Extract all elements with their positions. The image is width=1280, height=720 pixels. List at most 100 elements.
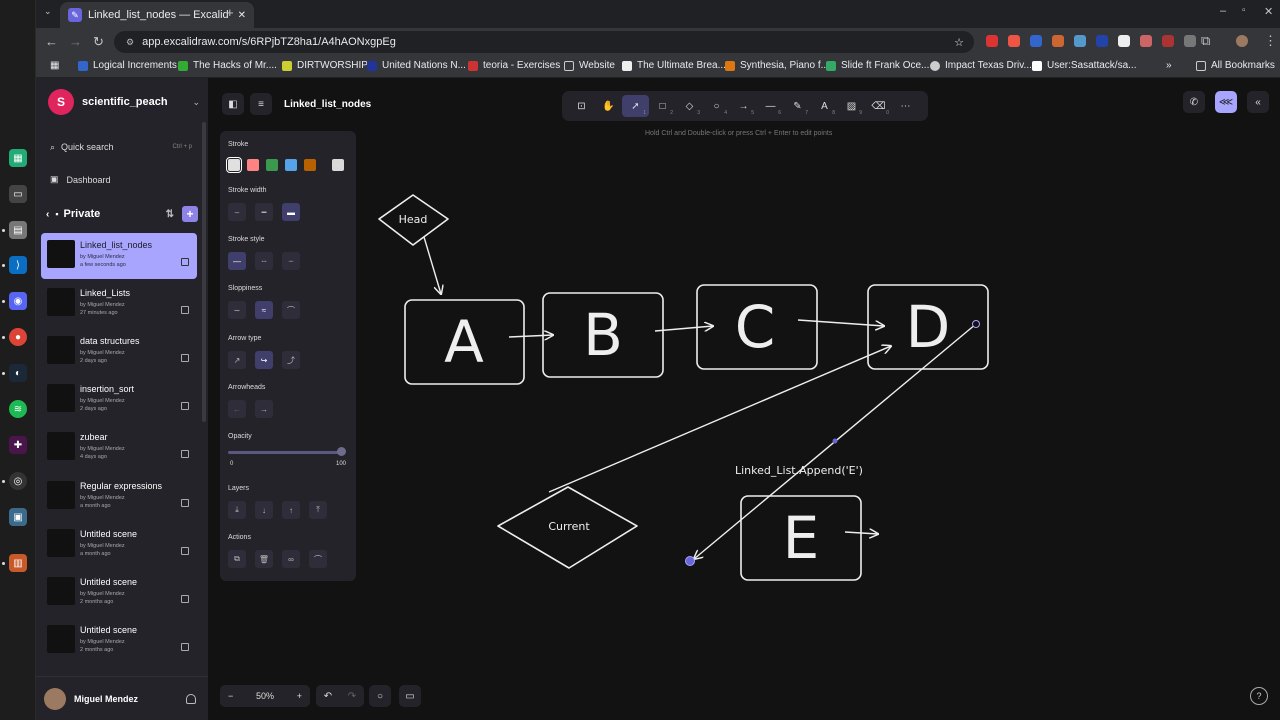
extension-icon[interactable]	[1052, 35, 1064, 47]
workspace-switcher[interactable]: S scientific_peach ⌄	[48, 88, 200, 116]
bookmark-item[interactable]: Synthesia, Piano f...	[725, 60, 829, 71]
scene-item[interactable]: Linked_Lists by Miguel Mendez 27 minutes…	[41, 281, 197, 327]
document-icon[interactable]: ▥	[9, 554, 27, 572]
maximize-icon[interactable]: ▫	[1242, 5, 1246, 16]
vscode-icon[interactable]: ⟩	[9, 256, 27, 274]
discord-icon[interactable]: ◉	[9, 292, 27, 310]
extension-icon[interactable]	[1118, 35, 1130, 47]
hamburger-menu-icon[interactable]: ≡	[250, 93, 272, 115]
opacity-slider-thumb[interactable]	[337, 447, 346, 456]
site-info-icon[interactable]: ⚙	[126, 37, 134, 48]
scene-item[interactable]: Linked_list_nodes by Miguel Mendez a few…	[41, 233, 197, 279]
bookmark-item[interactable]: User:Sasattack/sa...	[1032, 60, 1136, 71]
arrowhead-end[interactable]: →	[255, 400, 273, 418]
hand-tool-icon[interactable]: ✋	[595, 95, 622, 117]
zoom-level[interactable]: 50%	[256, 691, 274, 701]
arrow-type-elbow[interactable]: ⤴	[282, 351, 300, 369]
zoom-out-button[interactable]: −	[228, 691, 233, 701]
ellipse-tool-icon[interactable]: ○ 4	[703, 95, 730, 117]
share-icon[interactable]: ⋘	[1215, 91, 1237, 113]
scene-item[interactable]: data structures by Miguel Mendez 2 days …	[41, 329, 197, 375]
stroke-style-dashed[interactable]: ┄	[255, 252, 273, 270]
arrow-type-curved[interactable]: ↪	[255, 351, 273, 369]
arrow-a-to-b[interactable]	[508, 335, 553, 337]
browser-tab[interactable]: ✎ Linked_list_nodes — Excalid ✕	[60, 2, 254, 28]
arrow-c-to-d[interactable]	[797, 319, 884, 326]
apps-icon[interactable]: ▦	[50, 60, 59, 71]
obs-icon[interactable]: ◎	[9, 472, 27, 490]
head-arrow[interactable]	[423, 236, 441, 294]
stroke-width-extra-bold[interactable]: ▬	[282, 203, 300, 221]
bookmark-item[interactable]: teoria - Exercises	[468, 60, 560, 71]
dashboard-link[interactable]: ▣ Dashboard	[50, 174, 111, 185]
arrow-tool-icon[interactable]: → 5	[730, 95, 757, 117]
minimize-icon[interactable]: –	[1220, 5, 1226, 17]
extension-icon[interactable]	[1074, 35, 1086, 47]
scene-item[interactable]: Regular expressions by Miguel Mendez a m…	[41, 474, 197, 520]
stroke-style-dotted[interactable]: ┈	[282, 252, 300, 270]
text-tool-icon[interactable]: A8	[811, 95, 838, 117]
tab-close-icon[interactable]: ✕	[238, 10, 246, 21]
bookmark-item[interactable]: United Nations N...	[367, 60, 466, 71]
spotify-icon[interactable]: ≋	[9, 400, 27, 418]
bookmarks-overflow[interactable]: »	[1166, 60, 1172, 71]
redo-icon[interactable]: ↷	[348, 691, 356, 702]
back-chevron-icon[interactable]: ‹	[46, 209, 49, 220]
steam-icon[interactable]: ◐	[9, 364, 27, 382]
all-bookmarks[interactable]: All Bookmarks	[1196, 60, 1275, 71]
arrow-end-handle[interactable]	[685, 556, 695, 566]
files-icon[interactable]: ▤	[9, 221, 27, 239]
sort-icon[interactable]: ⇅	[166, 209, 174, 220]
extension-icon[interactable]	[1162, 35, 1174, 47]
selection-tool-icon[interactable]: ➚ 1	[622, 95, 649, 117]
new-scene-button[interactable]: +	[182, 206, 198, 222]
stroke-color-blue[interactable]	[285, 159, 297, 171]
extension-icon[interactable]	[1140, 35, 1152, 47]
stroke-color-orange[interactable]	[304, 159, 316, 171]
bookmark-item[interactable]: The Hacks of Mr....	[178, 60, 277, 71]
chrome-icon[interactable]: ●	[9, 328, 27, 346]
eraser-tool-icon[interactable]: ⌫ 0	[865, 95, 892, 117]
arrowhead-start[interactable]: ←	[228, 400, 246, 418]
call-icon[interactable]: ✆	[1183, 91, 1205, 113]
arrow-type-sharp[interactable]: ↗	[228, 351, 246, 369]
arrow-mid-handle[interactable]	[832, 438, 838, 444]
close-window-icon[interactable]: ✕	[1264, 5, 1273, 18]
user-footer[interactable]: Miguel Mendez	[36, 676, 208, 720]
terminal-icon[interactable]: ▭	[9, 185, 27, 203]
help-icon[interactable]: ?	[1250, 687, 1268, 705]
profile-avatar[interactable]	[1236, 35, 1248, 47]
drawing-scene[interactable]: Head A B C D E Current Linked_List.Appen…	[208, 78, 1280, 720]
stroke-color-green[interactable]	[266, 159, 278, 171]
tab-search-chevron-icon[interactable]: ⌄	[44, 6, 52, 17]
bookmark-star-icon[interactable]: ☆	[954, 36, 964, 49]
stroke-width-bold[interactable]: ━	[255, 203, 273, 221]
bell-icon[interactable]	[186, 693, 196, 704]
edit-line-icon[interactable]: ⌒	[309, 550, 327, 568]
extension-icon[interactable]	[986, 35, 998, 47]
bookmark-item[interactable]: Slide ft Frank Oce...	[826, 60, 929, 71]
collapse-sidebar-icon[interactable]: «	[1247, 91, 1269, 113]
extension-icon[interactable]	[1030, 35, 1042, 47]
arrow-start-handle[interactable]	[972, 320, 980, 328]
extension-icon[interactable]	[1184, 35, 1196, 47]
stroke-color-white[interactable]	[226, 157, 242, 173]
forward-icon[interactable]: →	[69, 34, 82, 49]
address-bar[interactable]: ⚙ app.excalidraw.com/s/6RPjbTZ8ha1/A4hAO…	[114, 31, 974, 53]
sidebar-scrollbar[interactable]	[202, 122, 206, 422]
rectangle-tool-icon[interactable]: □ 2	[649, 95, 676, 117]
extension-icon[interactable]	[1008, 35, 1020, 47]
library-sidebar-icon[interactable]: ◧	[222, 93, 244, 115]
send-backward-icon[interactable]: ↓	[255, 501, 273, 519]
reload-icon[interactable]: ↻	[93, 34, 104, 50]
quick-search-button[interactable]: ⌕ Quick search Ctrl + p	[44, 136, 196, 158]
stroke-width-thin[interactable]: –	[228, 203, 246, 221]
sloppiness-artist[interactable]: ≈	[255, 301, 273, 319]
bring-to-front-icon[interactable]: ⤒	[309, 501, 327, 519]
delete-icon[interactable]: 🗑	[255, 550, 273, 568]
screenshot-icon[interactable]: ▣	[9, 508, 27, 526]
bookmark-folder[interactable]: Website	[564, 60, 615, 71]
append-call-text[interactable]: Linked_List.Append('E')	[735, 464, 863, 477]
stroke-color-red[interactable]	[247, 159, 259, 171]
scene-item[interactable]: Untitled scene by Miguel Mendez 2 months…	[41, 618, 197, 664]
